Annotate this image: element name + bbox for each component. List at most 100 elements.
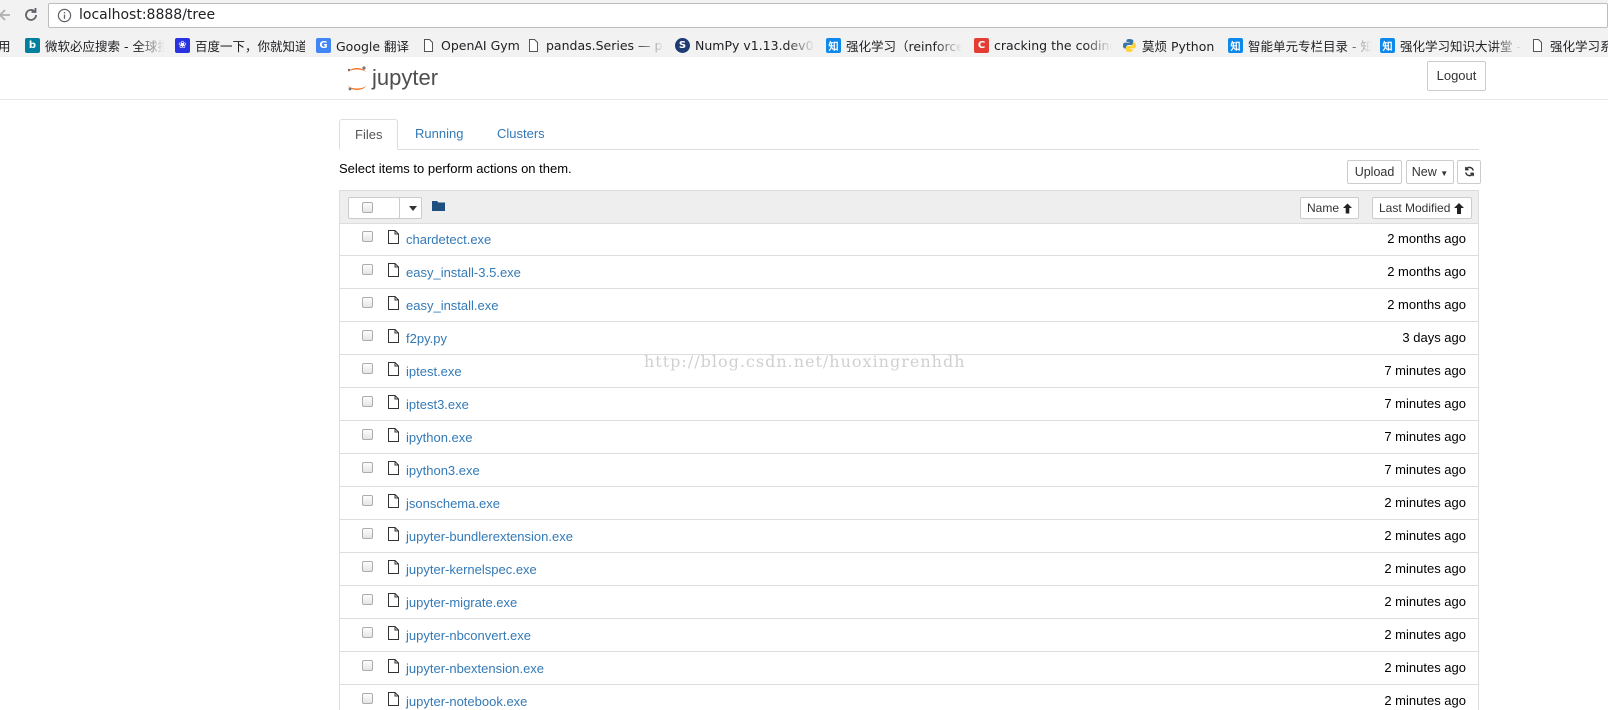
bookmark-apps[interactable]: 用 [0,36,20,54]
file-name-link[interactable]: easy_install-3.5.exe [406,265,521,280]
row-checkbox[interactable] [362,627,373,638]
last-modified: 7 minutes ago [1384,396,1466,411]
tab-files[interactable]: Files [339,119,399,150]
arrow-up-icon [1343,203,1352,213]
bookmark-baidu[interactable]: ❀ 百度一下，你就知道 [175,36,305,54]
list-item[interactable]: iptest3.exe 7 minutes ago [340,388,1478,421]
row-checkbox[interactable] [362,231,373,242]
file-name-link[interactable]: chardetect.exe [406,232,491,247]
row-checkbox[interactable] [362,396,373,407]
select-all-checkbox[interactable] [362,202,373,213]
logout-button[interactable]: Logout [1427,61,1486,91]
row-checkbox[interactable] [362,462,373,473]
bookmark-bing[interactable]: b 微软必应搜索 - 全球搜 [25,36,165,54]
file-icon [388,230,399,244]
bookmark-zhihu-rl[interactable]: 知 强化学习（reinforce [826,36,962,54]
upload-button[interactable]: Upload [1347,160,1402,184]
row-checkbox[interactable] [362,495,373,506]
select-all-dropdown[interactable] [348,197,422,219]
file-name-link[interactable]: jupyter-kernelspec.exe [406,562,537,577]
list-item[interactable]: ipython.exe 7 minutes ago [340,421,1478,454]
bookmark-openai-gym[interactable]: OpenAI Gym [421,36,521,54]
tab-clusters[interactable]: Clusters [482,119,560,149]
file-name-link[interactable]: ipython.exe [406,430,473,445]
file-name-link[interactable]: iptest3.exe [406,397,469,412]
address-bar[interactable]: localhost:8888/tree [48,3,1608,28]
jupyter-logo[interactable]: jupyter [344,63,456,95]
folder-icon[interactable] [432,200,445,211]
bookmark-numpy[interactable]: S NumPy v1.13.dev0 M [675,36,815,54]
row-checkbox[interactable] [362,693,373,704]
file-name-link[interactable]: jupyter-nbextension.exe [406,661,544,676]
file-icon [388,461,399,475]
last-modified: 2 minutes ago [1384,528,1466,543]
row-checkbox[interactable] [362,264,373,275]
file-name-link[interactable]: jupyter-bundlerextension.exe [406,529,573,544]
file-icon [388,560,399,574]
row-checkbox[interactable] [362,594,373,605]
bookmark-google-translate[interactable]: G Google 翻译 [316,36,416,54]
file-name-link[interactable]: easy_install.exe [406,298,499,313]
last-modified: 2 months ago [1387,231,1466,246]
list-item[interactable]: jupyter-nbextension.exe 2 minutes ago [340,652,1478,685]
zhihu-icon: 知 [826,37,841,53]
row-checkbox[interactable] [362,429,373,440]
list-item[interactable]: iptest.exe 7 minutes ago [340,355,1478,388]
list-item[interactable]: easy_install-3.5.exe 2 months ago [340,256,1478,289]
list-item[interactable]: ipython3.exe 7 minutes ago [340,454,1478,487]
sort-by-modified-button[interactable]: Last Modified [1372,197,1472,219]
list-item[interactable]: jupyter-kernelspec.exe 2 minutes ago [340,553,1478,586]
list-item[interactable]: easy_install.exe 2 months ago [340,289,1478,322]
scipy-icon: S [675,37,690,53]
logo-text: jupyter [371,65,438,90]
file-name-link[interactable]: ipython3.exe [406,463,480,478]
file-name-link[interactable]: iptest.exe [406,364,462,379]
file-icon [388,527,399,541]
bookmark-csdn[interactable]: C cracking the coding [974,36,1112,54]
back-arrow-icon[interactable] [0,6,14,24]
row-checkbox[interactable] [362,297,373,308]
bookmark-mofan[interactable]: 莫烦 Python [1122,36,1218,54]
bookmark-rl-series[interactable]: 强化学习系 [1530,36,1608,54]
row-checkbox[interactable] [362,660,373,671]
list-item[interactable]: jupyter-nbconvert.exe 2 minutes ago [340,619,1478,652]
file-name-link[interactable]: jupyter-migrate.exe [406,595,517,610]
list-item[interactable]: jupyter-notebook.exe 2 minutes ago [340,685,1478,710]
last-modified: 7 minutes ago [1384,429,1466,444]
file-name-link[interactable]: f2py.py [406,331,447,346]
row-checkbox[interactable] [362,330,373,341]
list-item[interactable]: jsonschema.exe 2 minutes ago [340,487,1478,520]
bookmark-label: NumPy v1.13.dev0 M [695,37,815,53]
list-item[interactable]: jupyter-bundlerextension.exe 2 minutes ag… [340,520,1478,553]
last-modified: 7 minutes ago [1384,363,1466,378]
bookmark-label: 莫烦 Python [1142,38,1215,54]
new-button[interactable]: New ▼ [1406,160,1454,184]
refresh-icon [1464,166,1474,177]
bookmark-zhihu-lecture[interactable]: 知 强化学习知识大讲堂 - [1380,36,1522,54]
baidu-icon: ❀ [175,37,190,53]
file-name-link[interactable]: jupyter-nbconvert.exe [406,628,531,643]
row-checkbox[interactable] [362,528,373,539]
list-item[interactable]: chardetect.exe 2 months ago [340,223,1478,256]
file-name-link[interactable]: jsonschema.exe [406,496,500,511]
sort-by-name-button[interactable]: Name [1300,197,1359,219]
file-name-link[interactable]: jupyter-notebook.exe [406,694,527,709]
refresh-button[interactable] [1457,160,1481,184]
tab-running[interactable]: Running [400,119,478,149]
page-icon [424,38,433,52]
page-icon [529,38,538,52]
file-icon [388,494,399,508]
info-icon[interactable] [57,8,72,23]
bookmark-pandas[interactable]: pandas.Series — par [526,36,664,54]
list-item[interactable]: jupyter-migrate.exe 2 minutes ago [340,586,1478,619]
reload-icon[interactable] [22,6,40,24]
last-modified: 2 minutes ago [1384,660,1466,675]
sort-name-label: Name [1307,201,1340,215]
list-item[interactable]: f2py.py 3 days ago [340,322,1478,355]
row-checkbox[interactable] [362,561,373,572]
arrow-up-icon [1454,202,1465,214]
url-text[interactable]: localhost:8888/tree [79,7,215,23]
bookmark-zhihu-column[interactable]: 知 智能单元专栏目录 - 知 [1228,36,1372,54]
caret-down-icon[interactable] [408,203,418,213]
row-checkbox[interactable] [362,363,373,374]
